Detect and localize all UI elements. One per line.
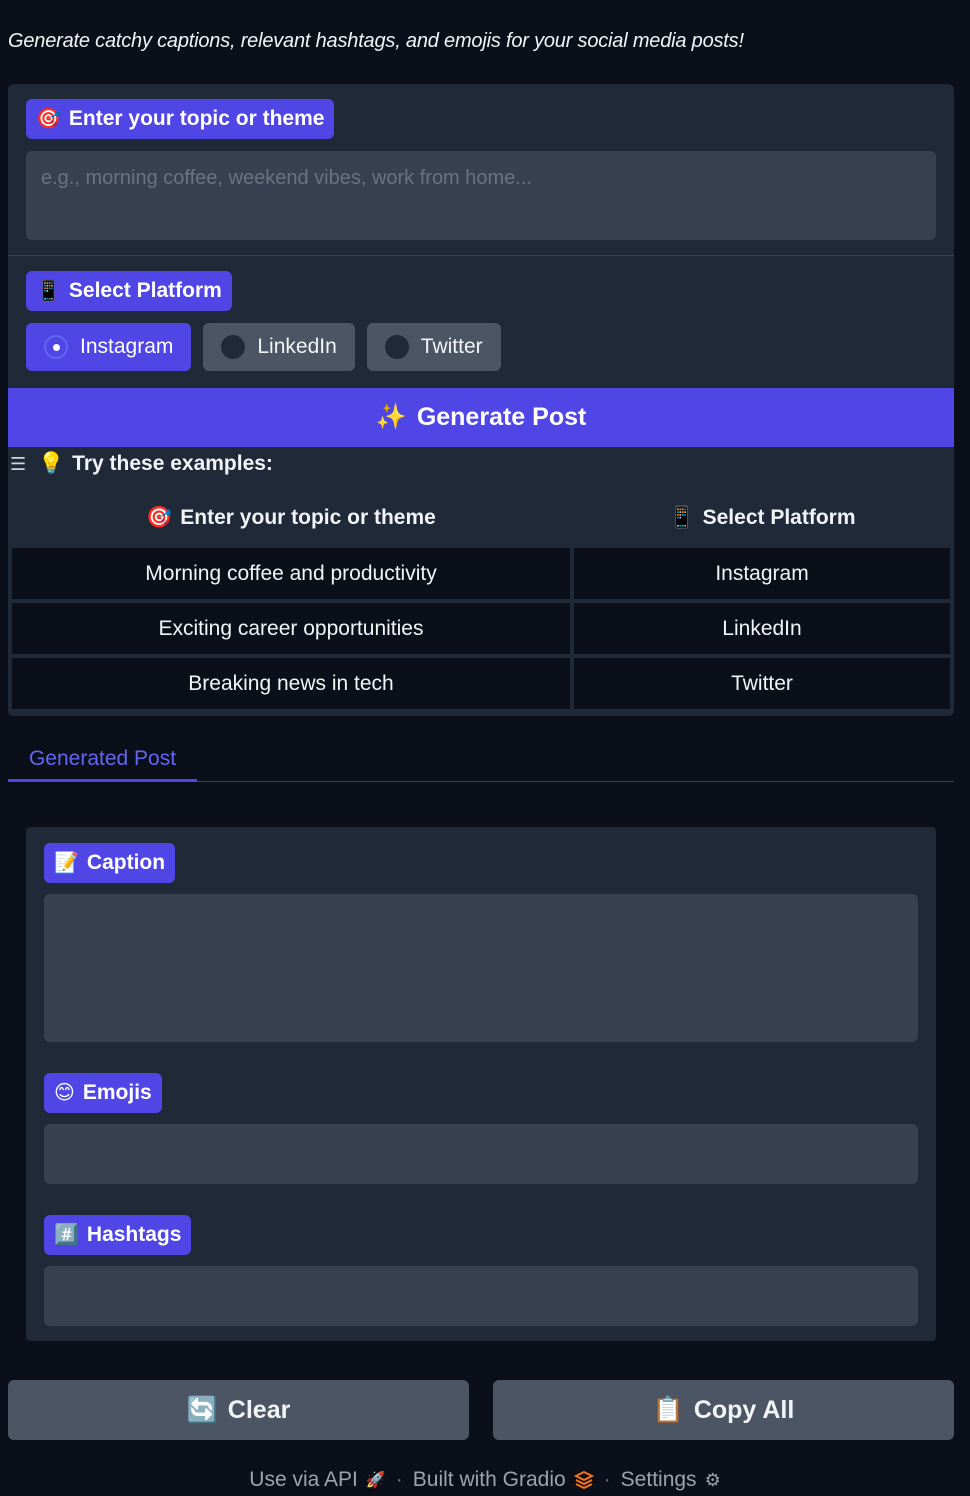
examples-section: ☰ 💡 Try these examples: 🎯 Enter your top… (8, 448, 954, 716)
topic-label-text: Enter your topic or theme (68, 107, 325, 130)
hashtags-output[interactable] (44, 1266, 918, 1326)
examples-header: ☰ 💡 Try these examples: (8, 448, 273, 480)
radio-empty-icon (384, 335, 409, 359)
example-row[interactable]: Exciting career opportunities LinkedIn (12, 603, 950, 654)
caption-output[interactable] (44, 894, 918, 1042)
example-row[interactable]: Breaking news in tech Twitter (12, 658, 950, 709)
sparkles-icon: ✨ (375, 403, 407, 431)
settings-link[interactable]: Settings ⚙ (621, 1468, 721, 1492)
example-platform-cell[interactable]: LinkedIn (574, 603, 950, 654)
target-icon: 🎯 (146, 506, 173, 529)
example-topic-cell[interactable]: Breaking news in tech (12, 658, 570, 709)
examples-title: Try these examples: (72, 452, 273, 475)
use-via-api-label: Use via API (249, 1468, 358, 1491)
emojis-label: 😊 Emojis (44, 1073, 162, 1113)
platform-radio-group: Instagram LinkedIn Twitter (26, 323, 501, 371)
phone-icon: 📱 (36, 280, 61, 302)
example-platform-cell[interactable]: Instagram (574, 548, 950, 599)
hashtags-label: #️⃣ Hashtags (44, 1215, 192, 1255)
radio-instagram[interactable]: Instagram (26, 323, 192, 371)
topic-input[interactable] (26, 151, 936, 240)
examples-col-platform-label: Select Platform (702, 506, 856, 529)
app-root: Generate catchy captions, relevant hasht… (0, 0, 970, 1496)
platform-label: 📱 Select Platform (26, 271, 232, 311)
generate-post-label: Generate Post (416, 403, 587, 431)
radio-empty-icon (221, 335, 246, 359)
input-panel: 🎯 Enter your topic or theme 📱 Select Pla… (8, 84, 954, 716)
footer-separator: · (395, 1468, 403, 1491)
footer-separator: · (603, 1468, 611, 1491)
examples-col-topic-label: Enter your topic or theme (180, 506, 436, 529)
generate-post-button[interactable]: ✨ Generate Post (8, 388, 954, 447)
target-icon: 🎯 (36, 108, 61, 130)
radio-label-instagram: Instagram (80, 335, 174, 358)
caption-label-text: Caption (86, 851, 166, 874)
examples-table-header: 🎯 Enter your topic or theme 📱 Select Pla… (12, 498, 950, 538)
radio-twitter[interactable]: Twitter (366, 323, 501, 371)
gradio-logo-icon (573, 1470, 594, 1490)
section-divider (8, 255, 954, 256)
radio-linkedin[interactable]: LinkedIn (203, 323, 355, 371)
built-with-gradio-link[interactable]: Built with Gradio (413, 1468, 594, 1492)
emojis-output[interactable] (44, 1124, 918, 1184)
example-row[interactable]: Morning coffee and productivity Instagra… (12, 548, 950, 599)
examples-col-topic: 🎯 Enter your topic or theme (12, 498, 570, 538)
list-icon: ☰ (10, 453, 27, 474)
smiley-icon: 😊 (54, 1082, 75, 1104)
app-subtitle: Generate catchy captions, relevant hasht… (8, 30, 744, 52)
rocket-icon: 🚀 (365, 1472, 386, 1489)
phone-icon: 📱 (668, 506, 695, 529)
footer: Use via API 🚀 · Built with Gradio · Sett… (0, 1466, 970, 1494)
examples-col-platform: 📱 Select Platform (574, 498, 950, 538)
example-platform-cell[interactable]: Twitter (574, 658, 950, 709)
output-tabs: Generated Post (8, 738, 954, 782)
examples-table-body: Morning coffee and productivity Instagra… (12, 548, 950, 713)
lightbulb-icon: 💡 (38, 452, 65, 475)
hash-icon: #️⃣ (54, 1224, 79, 1246)
tab-generated-post[interactable]: Generated Post (8, 738, 197, 782)
example-topic-cell[interactable]: Morning coffee and productivity (12, 548, 570, 599)
radio-label-twitter: Twitter (420, 335, 483, 358)
topic-label: 🎯 Enter your topic or theme (26, 99, 335, 139)
refresh-icon: 🔄 (186, 1395, 218, 1424)
radio-label-linkedin: LinkedIn (257, 335, 337, 358)
clear-button[interactable]: 🔄 Clear (8, 1380, 469, 1440)
output-panel: 📝 Caption 😊 Emojis #️⃣ Hashtags (26, 827, 936, 1341)
caption-label: 📝 Caption (44, 843, 176, 883)
copy-all-button[interactable]: 📋 Copy All (493, 1380, 954, 1440)
clear-label: Clear (227, 1395, 291, 1424)
copy-all-label: Copy All (693, 1395, 795, 1424)
use-via-api-link[interactable]: Use via API 🚀 (249, 1468, 385, 1492)
platform-label-text: Select Platform (68, 279, 222, 302)
memo-icon: 📝 (54, 852, 79, 874)
example-topic-cell[interactable]: Exciting career opportunities (12, 603, 570, 654)
emojis-label-text: Emojis (82, 1081, 152, 1104)
gear-icon: ⚙ (704, 1469, 721, 1490)
built-with-gradio-label: Built with Gradio (412, 1468, 566, 1491)
clipboard-icon: 📋 (652, 1395, 684, 1424)
topic-section: 🎯 Enter your topic or theme (8, 84, 954, 256)
hashtags-label-text: Hashtags (86, 1223, 182, 1246)
radio-selected-icon (44, 335, 68, 359)
settings-label: Settings (620, 1468, 697, 1491)
